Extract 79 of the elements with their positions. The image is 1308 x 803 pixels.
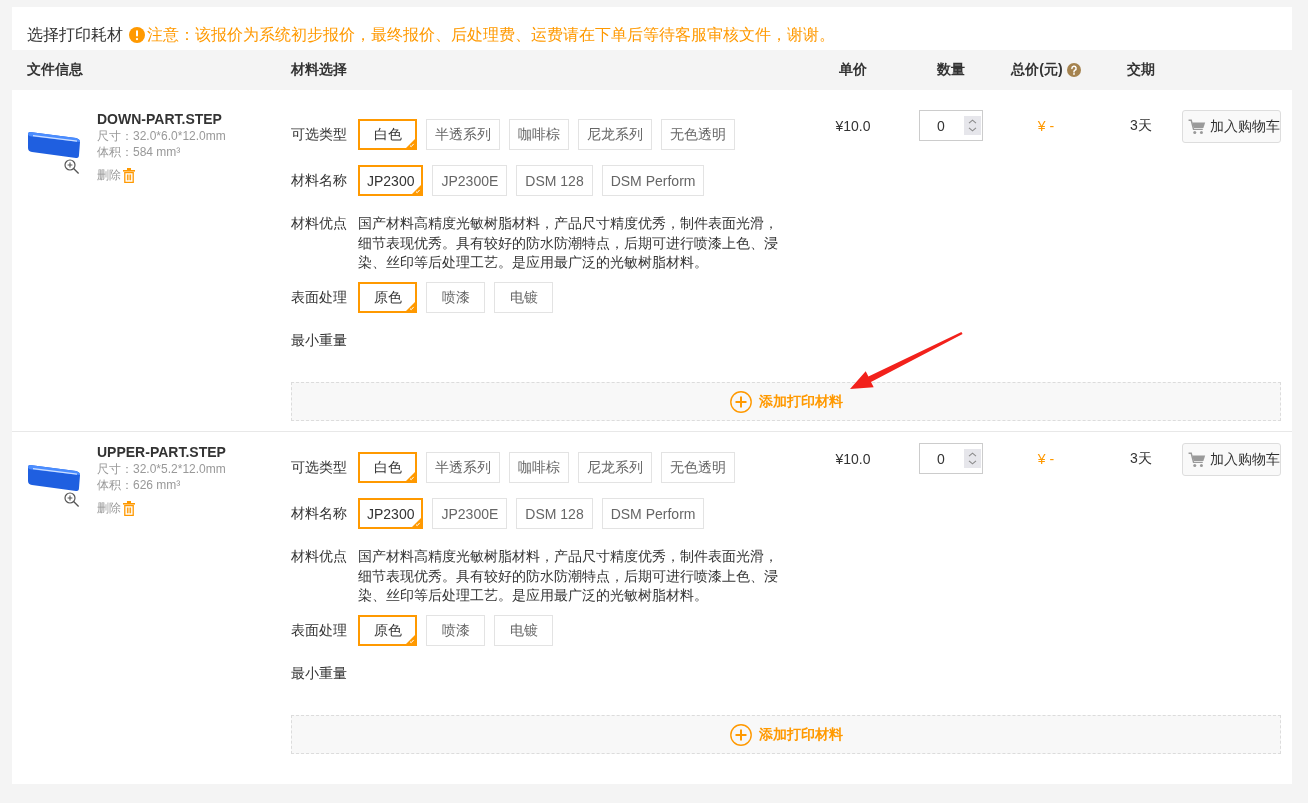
check-corner-icon bbox=[412, 185, 422, 194]
check-corner-icon bbox=[406, 302, 415, 311]
part-thumbnail bbox=[27, 129, 81, 159]
option-choice[interactable]: 电镀 bbox=[494, 615, 553, 646]
check-corner-icon bbox=[406, 472, 415, 481]
option-choice[interactable]: 半透系列 bbox=[426, 452, 500, 483]
column-header: 单价 bbox=[839, 61, 867, 79]
option-label: 表面处理 bbox=[291, 621, 348, 640]
stepper-icon[interactable] bbox=[964, 449, 981, 468]
option-choice[interactable]: 原色 bbox=[358, 282, 417, 313]
column-header: 交期 bbox=[1127, 61, 1155, 79]
option-choice[interactable]: JP2300E bbox=[432, 165, 508, 196]
file-name: DOWN-PART.STEP bbox=[97, 110, 222, 128]
cart-icon bbox=[1188, 451, 1206, 468]
help-icon[interactable] bbox=[1066, 63, 1081, 77]
file-name: UPPER-PART.STEP bbox=[97, 443, 226, 461]
option-label: 可选类型 bbox=[291, 125, 348, 144]
delivery-time: 3天 bbox=[1130, 116, 1152, 135]
total-price: ¥ - bbox=[1037, 117, 1055, 134]
option-label: 材料优点 bbox=[291, 214, 348, 233]
option-label: 最小重量 bbox=[291, 665, 348, 683]
option-label: 材料名称 bbox=[291, 504, 348, 523]
option-label: 可选类型 bbox=[291, 458, 348, 477]
option-label: 材料名称 bbox=[291, 171, 348, 190]
option-choice[interactable]: 白色 bbox=[358, 119, 417, 150]
zoom-in-icon[interactable] bbox=[63, 491, 80, 508]
section-title: 选择打印耗材 bbox=[27, 24, 123, 45]
option-choice[interactable]: DSM Perform bbox=[601, 165, 705, 196]
option-choice[interactable]: 无色透明 bbox=[661, 452, 735, 483]
notice-text: 注意：该报价为系统初步报价，最终报价、后处理费、运费请在下单后等待客服审核文件，谢谢。 bbox=[147, 24, 835, 45]
option-choice[interactable]: 原色 bbox=[358, 615, 417, 646]
option-label: 最小重量 bbox=[291, 332, 348, 350]
file-size: 尺寸：32.0*6.0*12.0mm bbox=[97, 128, 226, 144]
add-to-cart-button[interactable]: 加入购物车 bbox=[1182, 443, 1281, 476]
option-label: 材料优点 bbox=[291, 547, 348, 566]
option-choice[interactable]: JP2300E bbox=[432, 498, 508, 529]
check-corner-icon bbox=[412, 518, 422, 527]
cart-icon bbox=[1188, 118, 1206, 135]
option-choice[interactable]: DSM Perform bbox=[601, 498, 705, 529]
plus-circle-icon bbox=[729, 723, 752, 746]
column-header: 总价(元) bbox=[1011, 61, 1063, 79]
file-volume: 体积：626 mm³ bbox=[97, 477, 181, 493]
delivery-time: 3天 bbox=[1130, 449, 1152, 468]
add-to-cart-button[interactable]: 加入购物车 bbox=[1182, 110, 1281, 143]
trash-icon[interactable] bbox=[123, 500, 135, 516]
option-choice[interactable]: DSM 128 bbox=[516, 165, 593, 196]
option-label: 表面处理 bbox=[291, 288, 348, 307]
check-corner-icon bbox=[406, 635, 415, 644]
stepper-icon[interactable] bbox=[964, 116, 981, 135]
column-header: 数量 bbox=[937, 61, 965, 79]
column-header: 材料选择 bbox=[291, 61, 347, 79]
check-corner-icon bbox=[406, 139, 415, 148]
option-choice[interactable]: 咖啡棕 bbox=[509, 119, 569, 150]
option-choice[interactable]: 白色 bbox=[358, 452, 417, 483]
option-choice[interactable]: 电镀 bbox=[494, 282, 553, 313]
option-choice[interactable]: 尼龙系列 bbox=[578, 119, 652, 150]
option-choice[interactable]: 无色透明 bbox=[661, 119, 735, 150]
unit-price: ¥10.0 bbox=[835, 450, 871, 467]
zoom-in-icon[interactable] bbox=[63, 158, 80, 175]
file-size: 尺寸：32.0*5.2*12.0mm bbox=[97, 461, 226, 477]
material-description: 国产材料高精度光敏树脂材料，产品尺寸精度优秀，制件表面光滑，细节表现优秀。具有较好的防水防潮特点，后期可进行喷漆上色、浸染、丝印等后处理工艺。是应用最广泛的光敏树脂材料。 bbox=[358, 547, 779, 605]
file-volume: 体积：584 mm³ bbox=[97, 144, 181, 160]
trash-icon[interactable] bbox=[123, 167, 135, 183]
option-choice[interactable]: DSM 128 bbox=[516, 498, 593, 529]
unit-price: ¥10.0 bbox=[835, 117, 871, 134]
material-description: 国产材料高精度光敏树脂材料，产品尺寸精度优秀，制件表面光滑，细节表现优秀。具有较好的防水防潮特点，后期可进行喷漆上色、浸染、丝印等后处理工艺。是应用最广泛的光敏树脂材料。 bbox=[358, 214, 779, 272]
plus-circle-icon bbox=[729, 390, 752, 413]
option-choice[interactable]: 尼龙系列 bbox=[578, 452, 652, 483]
option-choice[interactable]: 喷漆 bbox=[426, 282, 485, 313]
arrow-icon bbox=[849, 331, 964, 390]
total-price: ¥ - bbox=[1037, 450, 1055, 467]
column-header: 文件信息 bbox=[27, 61, 83, 79]
option-choice[interactable]: 半透系列 bbox=[426, 119, 500, 150]
option-choice[interactable]: 咖啡棕 bbox=[509, 452, 569, 483]
option-choice[interactable]: JP2300 bbox=[358, 165, 424, 196]
part-thumbnail bbox=[27, 462, 81, 492]
warning-icon bbox=[129, 27, 145, 43]
option-choice[interactable]: 喷漆 bbox=[426, 615, 485, 646]
option-choice[interactable]: JP2300 bbox=[358, 498, 424, 529]
